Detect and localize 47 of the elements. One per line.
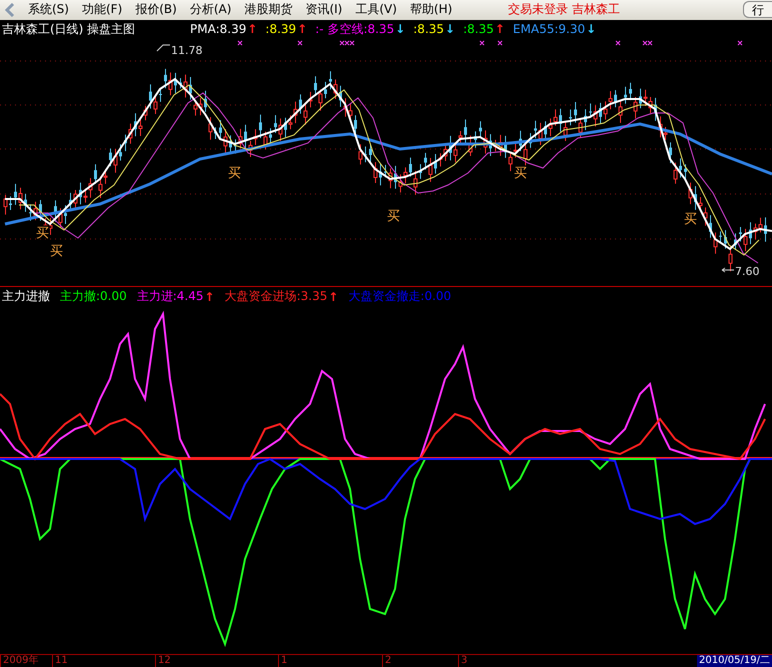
time-axis-label: 2009年 (0, 655, 52, 667)
indicator-title: 主力进撤 (2, 288, 50, 306)
legend-value: 主力撤:0.00 (60, 288, 127, 306)
trend-arrow: ↓ (586, 22, 596, 36)
legend-value: 大盘资金撤走:0.00 (348, 288, 452, 306)
legend-value: PMA:8.39 (190, 22, 246, 36)
legend-value: 大盘资金进场:3.35 (224, 288, 328, 306)
buy-marker: 买 (50, 244, 63, 260)
time-axis-label: 11 (52, 655, 155, 667)
menu-item[interactable]: 资讯(I) (305, 1, 342, 18)
leader-line (722, 268, 734, 273)
buy-marker: 买 (514, 166, 527, 182)
buy-marker: 买 (36, 226, 49, 242)
trend-arrow: ↑ (204, 290, 215, 304)
trend-arrow: ↑ (328, 290, 338, 304)
legend-value: EMA55:9.30 (512, 22, 586, 36)
menu-item[interactable]: 系统(S) (28, 1, 69, 18)
trend-arrow: ↑ (247, 22, 258, 36)
trend-arrow: ↑ (494, 22, 505, 36)
buy-marker: 买 (228, 166, 241, 182)
menu-item[interactable]: 港股期货 (244, 1, 292, 18)
low-price-label: 7.60 (735, 265, 760, 278)
buy-marker: 买 (387, 209, 400, 224)
leader-line (156, 44, 170, 52)
menu-item[interactable]: 帮助(H) (410, 1, 452, 18)
menu-item[interactable]: 工具(V) (355, 1, 397, 18)
legend-value: :8.35 (463, 22, 494, 36)
trend-arrow: ↑ (297, 22, 308, 36)
menu-item[interactable]: 报价(B) (135, 1, 177, 18)
trend-arrow: ↓ (395, 22, 406, 36)
quote-button[interactable]: 行 (743, 1, 772, 18)
time-axis-label: 3 (458, 655, 628, 667)
time-axis-label: 12 (155, 655, 278, 667)
login-status: 交易未登录 吉林森工 (508, 1, 620, 18)
legend-value: 主力进:4.45 (136, 288, 204, 306)
legend-value: :8.35 (413, 22, 444, 36)
time-axis-label: 2 (382, 655, 458, 667)
menu-item[interactable]: 分析(A) (190, 1, 232, 18)
current-date: 2010/05/19/二 (696, 655, 772, 667)
menu-item[interactable]: 功能(F) (82, 1, 122, 18)
high-price-label: 11.78 (171, 44, 202, 58)
chart-title: 吉林森工(日线) 操盘主图 (2, 20, 136, 38)
legend-value: :- 多空线:8.35 (315, 20, 394, 38)
buy-marker: 买 (684, 212, 697, 228)
time-axis-label: 1 (278, 655, 382, 667)
legend-value: :8.39 (265, 22, 296, 36)
trend-arrow: ↓ (445, 22, 456, 36)
